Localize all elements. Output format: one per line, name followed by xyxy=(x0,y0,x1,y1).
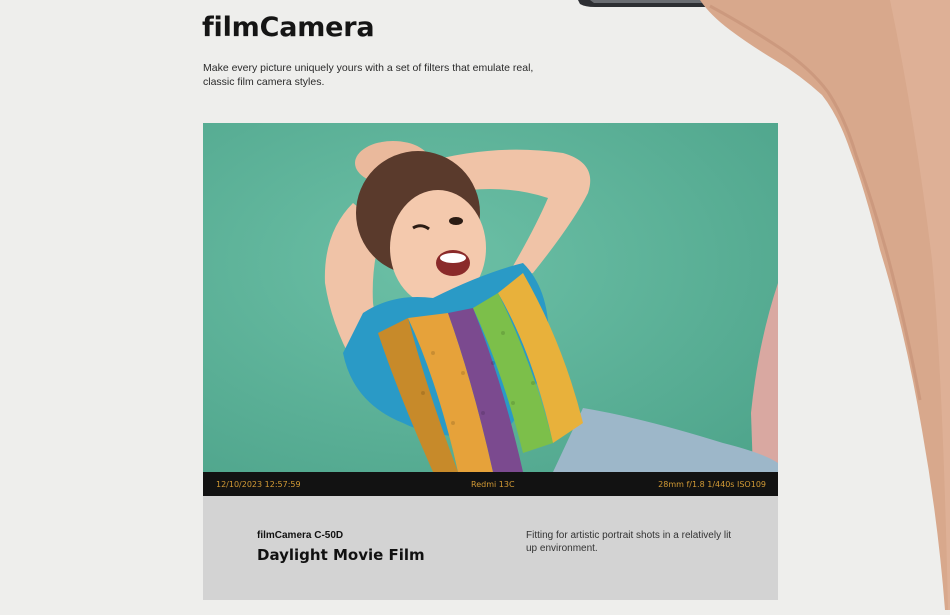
section-description: Make every picture uniquely yours with a… xyxy=(203,62,534,88)
filter-name: Daylight Movie Film xyxy=(257,546,425,564)
section-title: filmCamera xyxy=(202,12,375,43)
exif-datetime: 12/10/2023 12:57:59 xyxy=(216,480,301,489)
photo-exif-bar: 12/10/2023 12:57:59 Redmi 13C 28mm f/1.8… xyxy=(203,472,778,496)
filter-description: Fitting for artistic portrait shots in a… xyxy=(526,530,732,554)
exif-device: Redmi 13C xyxy=(471,480,515,489)
filter-model: filmCamera C-50D xyxy=(257,530,344,541)
exif-settings: 28mm f/1.8 1/440s ISO109 xyxy=(658,480,766,489)
filter-caption: filmCamera C-50D Daylight Movie Film Fit… xyxy=(203,496,778,600)
sample-photo xyxy=(203,123,778,472)
